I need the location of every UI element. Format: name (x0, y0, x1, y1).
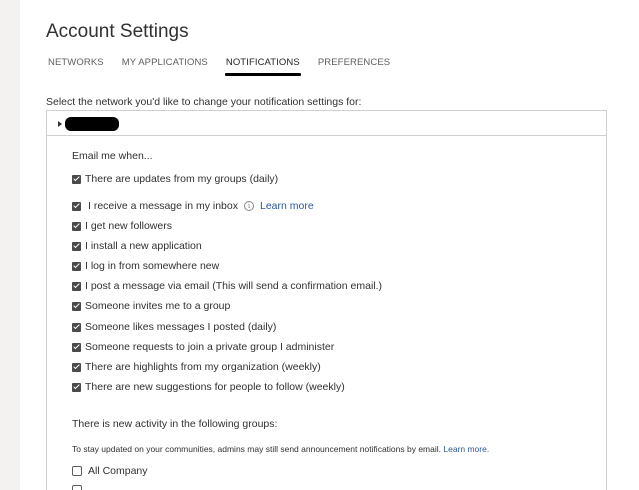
tab-my-applications[interactable]: MY APPLICATIONS (122, 57, 208, 76)
groups-note: To stay updated on your communities, adm… (72, 444, 489, 454)
learn-more-link[interactable]: Learn more (260, 200, 314, 212)
account-settings-page: Account Settings NETWORKS MY APPLICATION… (20, 0, 639, 490)
group-item-next[interactable] (72, 485, 86, 490)
groups-section-heading: There is new activity in the following g… (72, 418, 278, 430)
checkbox-checked[interactable] (72, 342, 81, 352)
tab-notifications[interactable]: NOTIFICATIONS (224, 57, 301, 76)
email-option-inbox-message[interactable]: I receive a message in my inbox i Learn … (72, 200, 314, 212)
email-option-group-updates[interactable]: There are updates from my groups (daily) (72, 173, 278, 185)
group-item-all-company[interactable]: All Company (72, 465, 148, 477)
checkbox-checked[interactable] (72, 201, 81, 211)
option-label: I receive a message in my inbox (88, 200, 238, 212)
groups-learn-more-link[interactable]: Learn more. (443, 444, 489, 454)
caret-right-icon[interactable] (58, 121, 62, 127)
email-option-install-app[interactable]: I install a new application (72, 240, 202, 252)
email-option-org-highlights[interactable]: There are highlights from my organizatio… (72, 361, 321, 373)
option-label: Someone requests to join a private group… (85, 341, 335, 353)
email-section-heading: Email me when... (72, 150, 153, 162)
network-select-intro: Select the network you'd like to change … (46, 96, 362, 108)
checkbox-checked[interactable] (72, 241, 81, 251)
group-label: All Company (88, 465, 148, 477)
option-label: There are highlights from my organizatio… (85, 361, 321, 373)
checkbox-checked[interactable] (72, 261, 81, 271)
option-label: I install a new application (85, 240, 202, 252)
email-option-follow-suggestions[interactable]: There are new suggestions for people to … (72, 381, 345, 393)
notification-settings-panel (46, 135, 607, 490)
checkbox-unchecked[interactable] (72, 466, 82, 476)
checkbox-unchecked[interactable] (72, 485, 82, 490)
option-label: There are new suggestions for people to … (85, 381, 345, 393)
option-label: Someone invites me to a group (85, 300, 231, 312)
email-option-post-via-email[interactable]: I post a message via email (This will se… (72, 280, 382, 292)
redacted-network-name (65, 117, 119, 131)
option-label: There are updates from my groups (daily) (85, 173, 279, 185)
groups-note-text: To stay updated on your communities, adm… (72, 444, 441, 454)
checkbox-checked[interactable] (72, 281, 81, 291)
settings-tabs: NETWORKS MY APPLICATIONS NOTIFICATIONS P… (48, 57, 408, 76)
option-label: Someone likes messages I posted (daily) (85, 321, 277, 333)
tab-networks[interactable]: NETWORKS (48, 57, 104, 76)
option-label: I post a message via email (This will se… (85, 280, 383, 292)
checkbox-checked[interactable] (72, 301, 81, 311)
option-label: I get new followers (85, 220, 172, 232)
option-label: I log in from somewhere new (85, 260, 220, 272)
tab-preferences[interactable]: PREFERENCES (318, 57, 390, 76)
page-title: Account Settings (46, 21, 189, 42)
info-icon[interactable]: i (243, 201, 254, 211)
email-option-group-invite[interactable]: Someone invites me to a group (72, 300, 230, 312)
email-option-likes[interactable]: Someone likes messages I posted (daily) (72, 321, 276, 333)
checkbox-checked[interactable] (72, 221, 81, 231)
checkbox-checked[interactable] (72, 322, 81, 332)
checkbox-checked[interactable] (72, 382, 81, 392)
email-option-new-followers[interactable]: I get new followers (72, 220, 172, 232)
network-expander[interactable] (46, 110, 607, 136)
checkbox-checked[interactable] (72, 362, 81, 372)
email-option-new-login[interactable]: I log in from somewhere new (72, 260, 219, 272)
checkbox-checked[interactable] (72, 174, 81, 184)
email-option-join-requests[interactable]: Someone requests to join a private group… (72, 341, 334, 353)
